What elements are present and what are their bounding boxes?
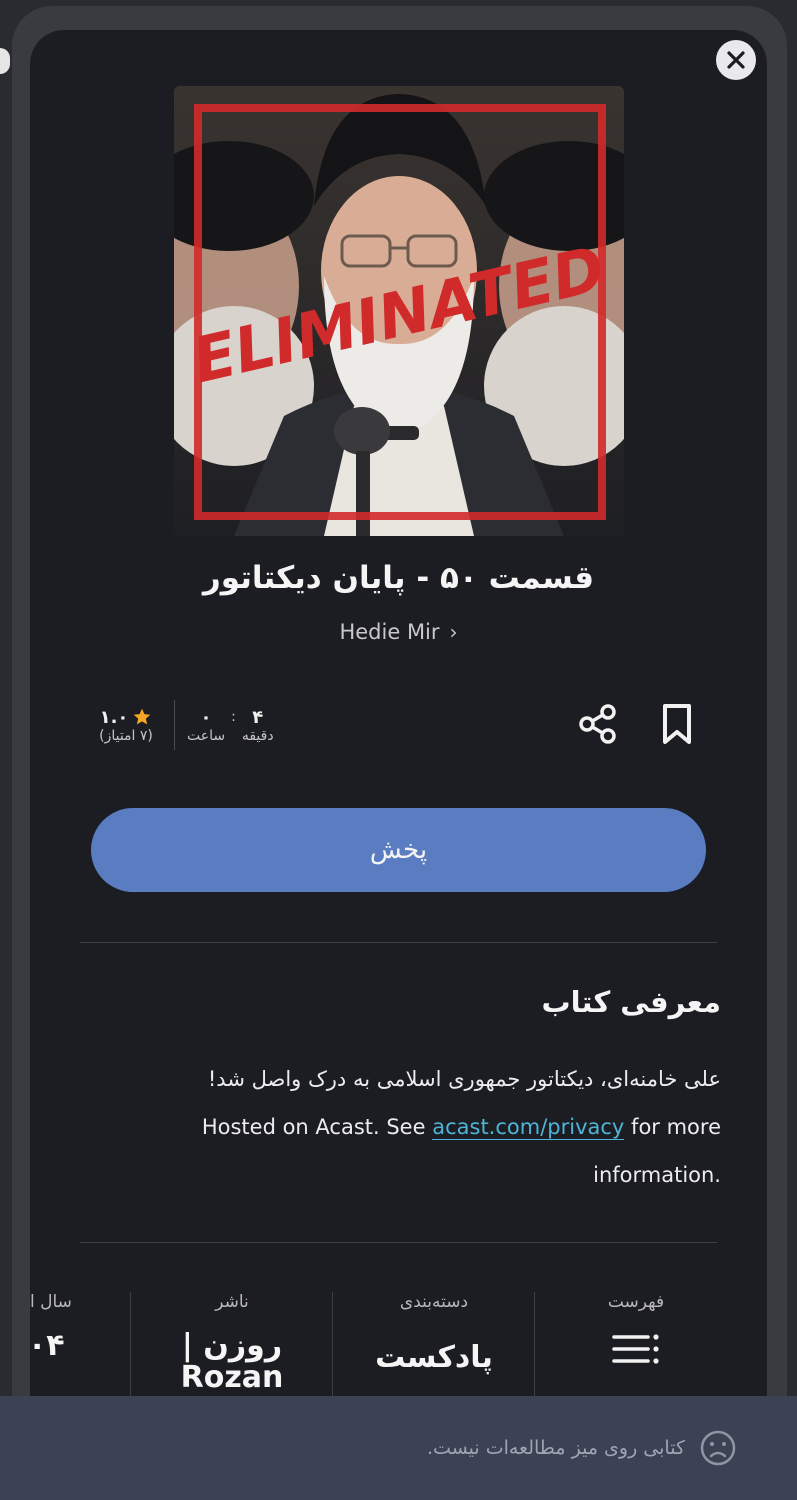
meta-divider — [332, 1292, 333, 1400]
publisher-value: روزن | Rozan — [132, 1330, 332, 1394]
author-name: Hedie Mir — [339, 620, 440, 644]
rating-value: ۱.۰ — [99, 706, 129, 728]
empty-desk-message: کتابی روی میز مطالعه‌ات نیست. — [427, 1437, 685, 1459]
divider — [80, 942, 717, 943]
intro-description: علی خامنه‌ای، دیکتاتور جمهوری اسلامی به … — [80, 1055, 721, 1199]
share-icon — [579, 704, 616, 744]
minutes-value: ۴ — [252, 706, 264, 728]
duration-block: ۰ ساعت : ۴ دقیقه — [187, 707, 274, 744]
rating-block[interactable]: ۱.۰ (۷ امتیاز) — [90, 707, 162, 744]
for-more-text: for more — [631, 1115, 721, 1139]
hours-value: ۰ — [200, 706, 212, 728]
episode-stats: ۱.۰ (۷ امتیاز) ۰ ساعت : ۴ دقیقه — [90, 700, 274, 750]
close-button[interactable] — [716, 40, 756, 80]
description-line-3: information. — [593, 1163, 721, 1187]
category-value: پادکست — [375, 1340, 493, 1375]
description-line-1: علی خامنه‌ای، دیکتاتور جمهوری اسلامی به … — [207, 1067, 721, 1091]
rating-count: (۷ امتیاز) — [99, 727, 153, 744]
close-icon — [727, 51, 745, 69]
meta-divider — [534, 1292, 535, 1400]
bookmark-icon — [663, 704, 691, 744]
play-button[interactable]: پخش — [91, 808, 706, 892]
category-column[interactable]: دسته‌بندی پادکست — [334, 1280, 534, 1400]
reading-desk-bar[interactable]: کتابی روی میز مطالعه‌ات نیست. — [0, 1396, 797, 1500]
list-icon — [612, 1334, 659, 1364]
toc-column[interactable]: فهرست — [536, 1280, 736, 1400]
divider — [80, 1242, 717, 1243]
star-icon — [134, 708, 151, 725]
hours-label: ساعت — [187, 727, 226, 744]
author-link[interactable]: Hedie Mir › — [0, 620, 797, 644]
toc-label: فهرست — [607, 1292, 665, 1312]
publisher-name-en: Rozan — [180, 1360, 284, 1395]
minutes-label: دقیقه — [241, 727, 274, 744]
episode-title: قسمت ۵۰ - پایان دیکتاتور — [202, 560, 595, 596]
sad-face-icon — [700, 1430, 736, 1466]
year-label: سال ا — [30, 1292, 72, 1312]
intro-heading: معرفی کتاب — [541, 985, 721, 1019]
year-column: سال ا ۰۴ — [10, 1280, 110, 1400]
meta-divider — [130, 1292, 131, 1400]
category-label: دسته‌بندی — [399, 1292, 469, 1312]
chevron-right-icon: › — [449, 620, 458, 644]
description-line-2: Hosted on Acast. See acast.com/privacy f… — [80, 1103, 721, 1151]
episode-cover-image: ELIMINATED — [174, 86, 624, 536]
edge-handle — [0, 48, 10, 74]
year-value: ۰۴ — [28, 1328, 65, 1363]
info-row: فهرست دسته‌بندی پادکست ناشر روزن | — [0, 1280, 797, 1400]
hosted-text: Hosted on Acast. See — [201, 1115, 426, 1139]
app-screen: ELIMINATED قسمت ۵۰ - پایان دیکتاتور Hedi… — [0, 0, 797, 1500]
cover-artwork: ELIMINATED — [174, 86, 624, 536]
duration-colon: : — [231, 708, 236, 725]
privacy-link[interactable]: acast.com/privacy — [432, 1115, 625, 1140]
share-button[interactable] — [576, 702, 620, 746]
publisher-name-fa: روزن | — [181, 1328, 283, 1363]
publisher-label: ناشر — [215, 1292, 249, 1312]
bookmark-button[interactable] — [655, 702, 699, 746]
stats-divider — [174, 700, 175, 750]
publisher-column[interactable]: ناشر روزن | Rozan — [132, 1280, 332, 1400]
